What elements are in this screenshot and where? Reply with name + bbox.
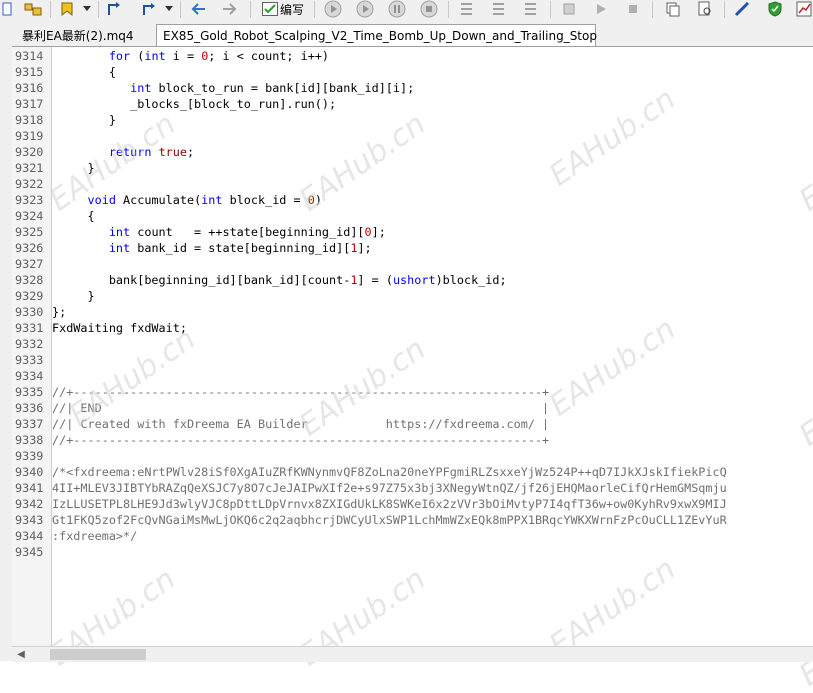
history-start-icon[interactable] xyxy=(558,0,580,18)
horizontal-scrollbar[interactable]: ◀ xyxy=(12,646,813,662)
tab-active-source[interactable]: EX85_Gold_Robot_Scalping_V2_Time_Bomb_Up… xyxy=(156,24,597,46)
code-line: //+-------------------------------------… xyxy=(52,385,550,399)
line-number: 9322 xyxy=(15,177,44,191)
line-number: 9342 xyxy=(15,497,44,511)
line-number: 9335 xyxy=(15,385,44,399)
code-line: Gt1FKQ5zof2FcQvNGaiMsMwLjOKQ6c2q2aqbhcrj… xyxy=(52,513,727,527)
toolbar: 编写 xyxy=(0,0,813,23)
step-out-debug-icon[interactable] xyxy=(520,0,542,18)
line-number: 9341 xyxy=(15,481,44,495)
line-number-gutter: 9314 9315 9316 9317 9318 9319 9320 9321 9322 9323… xyxy=(12,47,52,646)
code-line: } xyxy=(52,161,95,175)
code-line: }; xyxy=(52,305,67,319)
step-over-icon[interactable] xyxy=(138,0,160,18)
play-icon[interactable] xyxy=(354,0,376,18)
tools-icon[interactable] xyxy=(732,0,754,18)
scroll-left-icon[interactable]: ◀ xyxy=(14,649,28,660)
code-line: _blocks_[block_to_run].run(); xyxy=(52,97,337,111)
line-number: 9331 xyxy=(15,321,44,335)
line-number: 9318 xyxy=(15,113,44,127)
code-line: { xyxy=(52,65,116,79)
code-line: } xyxy=(52,289,95,303)
code-editor[interactable]: 9314 9315 9316 9317 9318 9319 9320 9321 9322 9323… xyxy=(12,47,813,646)
code-line: //| END | xyxy=(52,401,550,415)
chart-icon[interactable] xyxy=(794,0,813,18)
compile-label: 编写 xyxy=(279,2,304,17)
code-line: /*<fxdreema:eNrtPWlv28iSf0XgAIuZRfKWNynm… xyxy=(52,465,727,479)
tab-bar: 暴利EA最新(2).mq4 EX85_Gold_Robot_Scalping_V… xyxy=(12,22,813,47)
back-arrow-icon[interactable] xyxy=(188,0,210,18)
step-in-debug-icon[interactable] xyxy=(456,0,478,18)
code-line: bank[beginning_id][bank_id][count-1] = (… xyxy=(52,273,507,287)
code-line: return true; xyxy=(108,145,195,159)
scrollbar-thumb[interactable] xyxy=(50,649,146,660)
line-number: 9332 xyxy=(15,337,44,351)
navigator-icon[interactable] xyxy=(22,0,44,18)
new-file-icon[interactable] xyxy=(0,0,14,18)
code-line: //+-------------------------------------… xyxy=(52,433,550,447)
bookmark-icon[interactable] xyxy=(56,0,78,18)
line-number: 9324 xyxy=(15,209,44,223)
tab-label: EX85_Gold_Robot_Scalping_V2_Time_Bomb_Up… xyxy=(163,28,597,43)
code-line: FxdWaiting fxdWait; xyxy=(52,321,187,335)
line-number: 9317 xyxy=(15,97,44,111)
line-number: 9345 xyxy=(15,545,44,559)
line-number: 9316 xyxy=(15,81,44,95)
tab-mq4-file[interactable]: 暴利EA最新(2).mq4 xyxy=(16,25,156,45)
code-line: //| Created with fxDreema EA Builder htt… xyxy=(52,417,550,431)
line-number: 9326 xyxy=(15,241,44,255)
history-play-icon[interactable] xyxy=(590,0,612,18)
line-number: 9334 xyxy=(15,369,44,383)
chevron-down-icon[interactable] xyxy=(80,0,94,18)
step-over-debug-icon[interactable] xyxy=(488,0,510,18)
code-line: { xyxy=(52,209,95,223)
line-number: 9323 xyxy=(15,193,44,207)
tab-label: 暴利EA最新(2).mq4 xyxy=(22,28,134,43)
code-line: int count = ++state[beginning_id][0]; xyxy=(108,225,386,239)
shield-icon[interactable] xyxy=(764,0,786,18)
code-area[interactable]: for (int i = 0; i < count; i++) { int bl… xyxy=(52,47,813,646)
line-number: 9325 xyxy=(15,225,44,239)
line-number: 9338 xyxy=(15,433,44,447)
chevron-down-icon[interactable] xyxy=(162,0,176,18)
line-number: 9344 xyxy=(15,529,44,543)
code-line: } xyxy=(52,113,116,127)
start-debug-icon[interactable] xyxy=(322,0,344,18)
checkmark-icon xyxy=(261,2,278,16)
code-line: void Accumulate(int block_id = 0) xyxy=(87,193,322,207)
code-line: for (int i = 0; i < count; i++) xyxy=(108,49,330,63)
line-number: 9328 xyxy=(15,273,44,287)
line-number: 9337 xyxy=(15,417,44,431)
line-number: 9321 xyxy=(15,161,44,175)
pause-icon[interactable] xyxy=(386,0,408,18)
line-number: 9330 xyxy=(15,305,44,319)
line-number: 9314 xyxy=(15,49,44,63)
print-preview-icon[interactable] xyxy=(694,0,716,18)
line-number: 9319 xyxy=(15,129,44,143)
compile-button[interactable]: 编写 xyxy=(256,0,310,18)
code-line: int bank_id = state[beginning_id][1]; xyxy=(108,241,372,255)
line-number: 9343 xyxy=(15,513,44,527)
code-line: :fxdreema>*/ xyxy=(52,529,138,543)
code-line: int block_to_run = bank[id][bank_id][i]; xyxy=(130,81,415,95)
forward-arrow-icon[interactable] xyxy=(218,0,240,18)
line-number: 9336 xyxy=(15,401,44,415)
line-number: 9320 xyxy=(15,145,44,159)
history-stop-icon[interactable] xyxy=(622,0,644,18)
line-number: 9327 xyxy=(15,257,44,271)
step-into-icon[interactable] xyxy=(104,0,126,18)
line-number: 9315 xyxy=(15,65,44,79)
copy-icon[interactable] xyxy=(662,0,684,18)
line-number: 9333 xyxy=(15,353,44,367)
stop-icon[interactable] xyxy=(418,0,440,18)
line-number: 9340 xyxy=(15,465,44,479)
code-line: IzLLUSETPL8LHE9Jd3wlyVJC8pDttLDpVrnvx8ZX… xyxy=(52,497,727,511)
code-line: 4II+MLEV3JIBTYbRAZqQeXSJC7y8O7cJeJAIPwXI… xyxy=(52,481,727,495)
line-number: 9339 xyxy=(15,449,44,463)
line-number: 9329 xyxy=(15,289,44,303)
